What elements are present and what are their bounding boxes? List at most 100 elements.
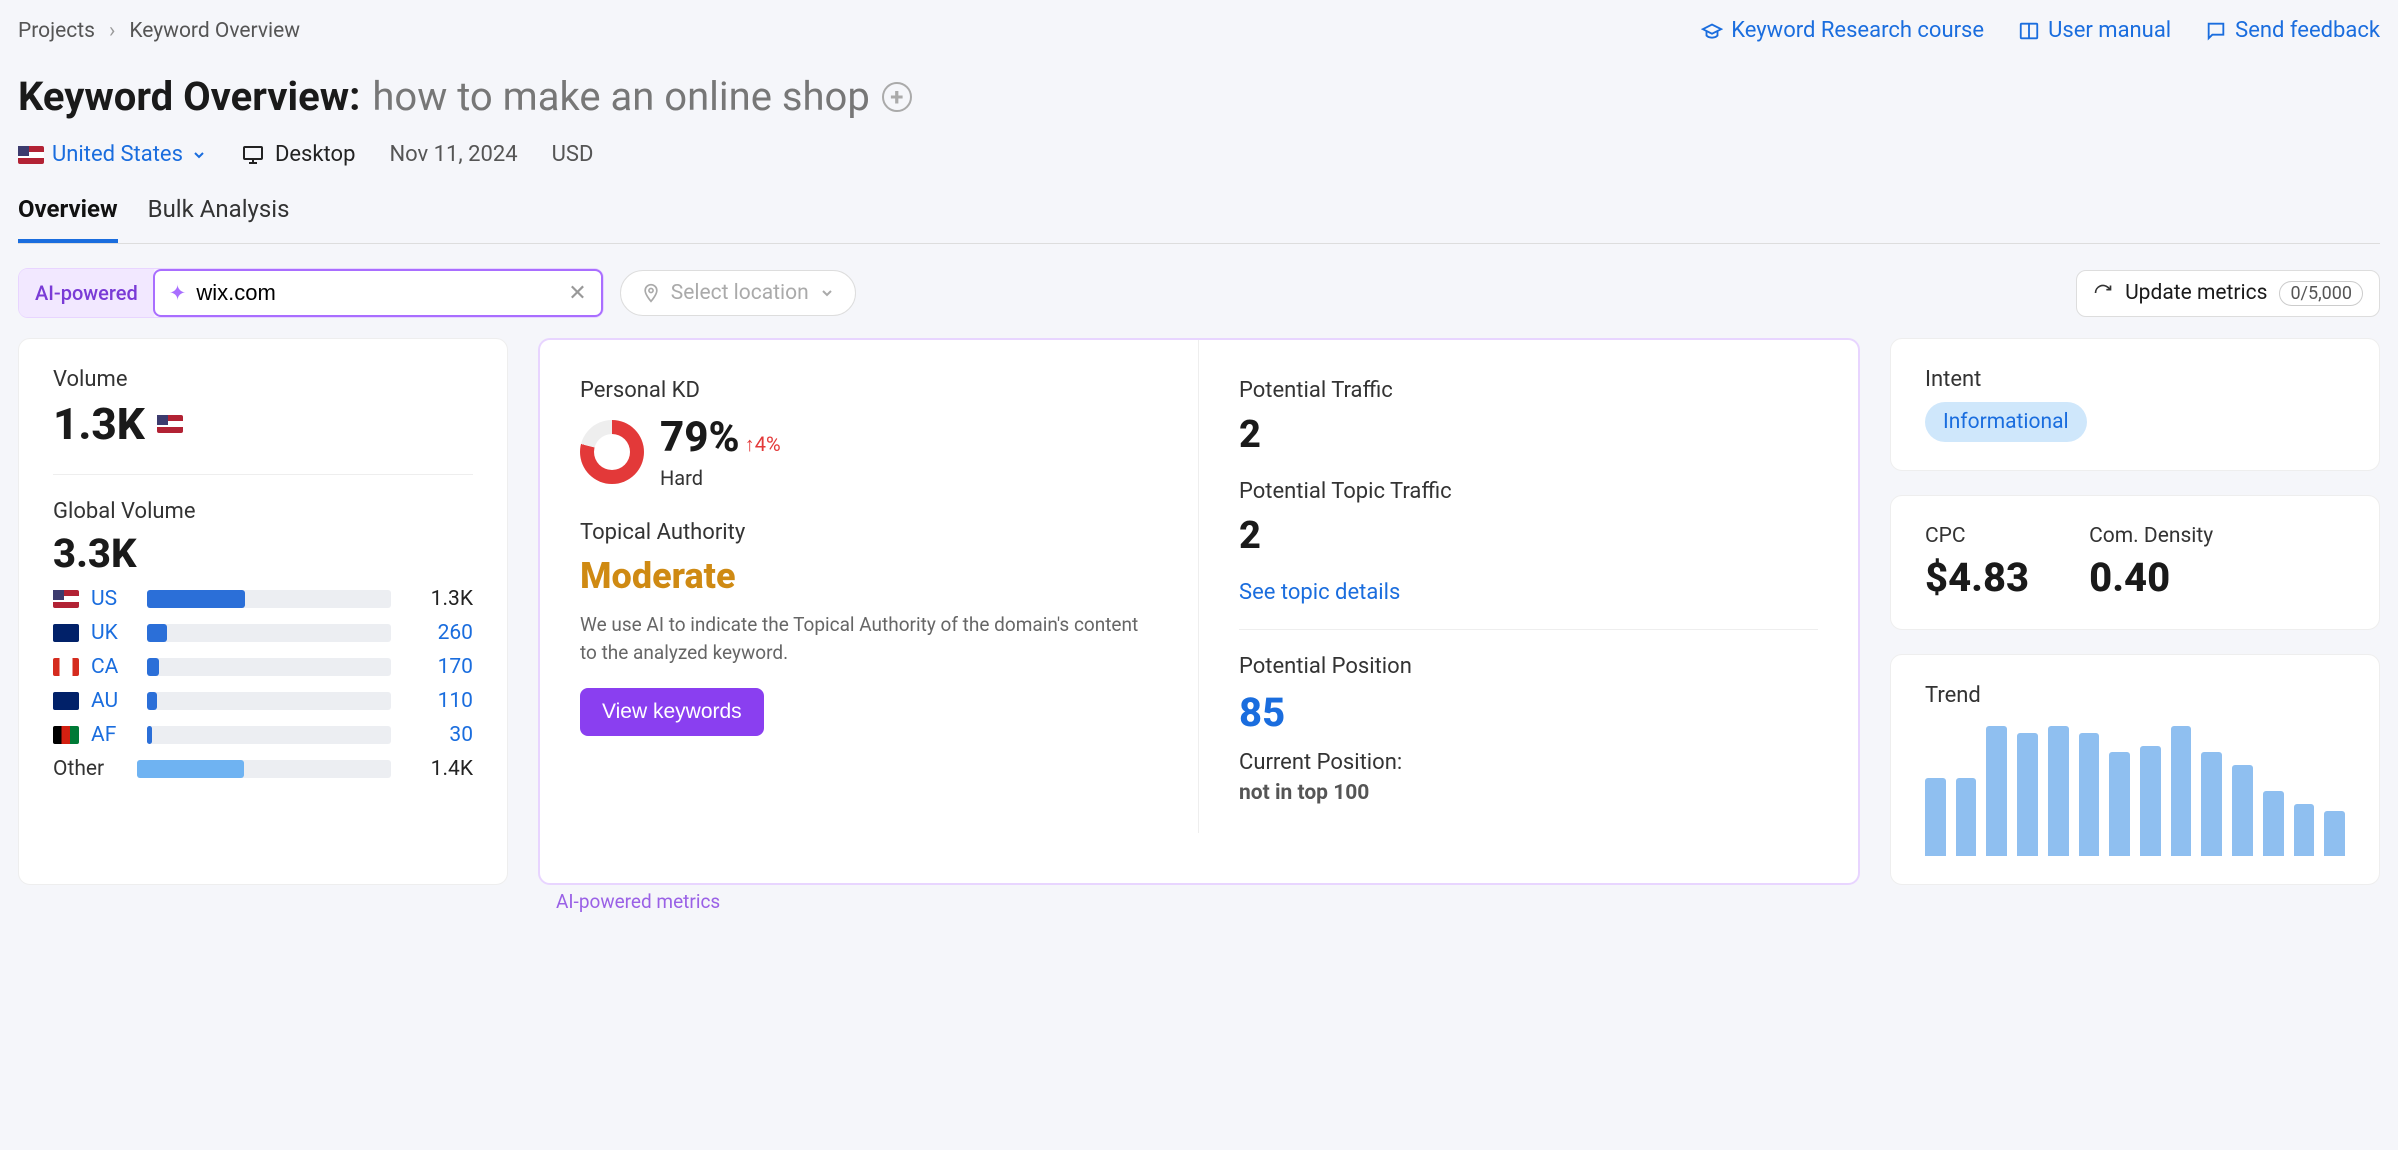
global-volume-label: Global Volume	[53, 499, 473, 524]
intent-badge: Informational	[1925, 402, 2087, 442]
potential-traffic-value: 2	[1239, 413, 1818, 457]
topical-authority-label: Topical Authority	[580, 520, 1158, 545]
trend-bar	[2171, 726, 2192, 856]
trend-bar	[2079, 733, 2100, 857]
ai-metrics-card: Personal KD 79% ↑4% Hard Topical Authori…	[538, 338, 1860, 885]
kd-value: 79%	[660, 413, 740, 462]
device-indicator: Desktop	[241, 142, 356, 167]
location-pin-icon	[641, 283, 661, 303]
desktop-icon	[241, 143, 265, 167]
kd-level: Hard	[660, 466, 781, 490]
breadcrumb-current: Keyword Overview	[129, 19, 300, 43]
domain-input-wrapper: ✦ ✕	[153, 269, 603, 317]
page-title: Keyword Overview: how to make an online …	[18, 73, 2380, 120]
flag-icon	[53, 692, 79, 710]
trend-bar	[2294, 804, 2315, 856]
cpc-label: CPC	[1925, 524, 2029, 548]
refresh-icon	[2093, 283, 2113, 303]
currency-indicator: USD	[552, 142, 594, 167]
volume-bar	[147, 590, 391, 608]
com-density-label: Com. Density	[2089, 524, 2213, 548]
volume-card: Volume 1.3K Global Volume 3.3K US1.3KUK2…	[18, 338, 508, 885]
update-counter: 0/5,000	[2279, 281, 2363, 306]
keyword-text: how to make an online shop	[372, 73, 869, 120]
region-selector[interactable]: United States	[18, 142, 207, 167]
domain-input[interactable]	[196, 280, 558, 306]
global-volume-row: US 1.3K	[53, 587, 473, 611]
chat-icon	[2205, 20, 2227, 42]
ai-powered-metrics-label: AI-powered metrics	[556, 890, 720, 913]
sparkle-icon: ✦	[169, 281, 187, 306]
tab-bulk-analysis[interactable]: Bulk Analysis	[148, 195, 290, 243]
potential-traffic-label: Potential Traffic	[1239, 378, 1818, 403]
volume-bar	[137, 760, 391, 778]
ai-powered-badge: AI-powered	[19, 269, 154, 317]
com-density-value: 0.40	[2089, 554, 2213, 601]
trend-label: Trend	[1925, 683, 2345, 708]
volume-value: 1.3K	[53, 398, 473, 450]
country-volume: 30	[403, 723, 473, 747]
topical-authority-description: We use AI to indicate the Topical Author…	[580, 611, 1158, 666]
potential-topic-traffic-value: 2	[1239, 514, 1818, 558]
current-position-value: not in top 100	[1239, 781, 1818, 805]
country-code[interactable]: AU	[91, 689, 135, 713]
global-volume-other-row: Other 1.4K	[53, 757, 473, 781]
flag-icon	[53, 658, 79, 676]
us-flag-icon	[157, 415, 183, 433]
global-volume-row: CA170	[53, 655, 473, 679]
chevron-down-icon	[191, 147, 207, 163]
trend-bar	[2232, 765, 2253, 856]
location-selector[interactable]: Select location	[620, 270, 856, 316]
flag-icon	[53, 624, 79, 642]
trend-bar	[1986, 726, 2007, 856]
volume-label: Volume	[53, 367, 473, 392]
view-keywords-button[interactable]: View keywords	[580, 688, 764, 736]
book-icon	[2018, 20, 2040, 42]
intent-label: Intent	[1925, 367, 2345, 392]
trend-card: Trend	[1890, 654, 2380, 885]
volume-bar	[147, 692, 391, 710]
flag-icon	[53, 590, 79, 608]
trend-bar	[2201, 752, 2222, 856]
trend-bar	[2017, 733, 2038, 857]
global-volume-row: AU 110	[53, 689, 473, 713]
breadcrumb-projects[interactable]: Projects	[18, 19, 95, 43]
potential-topic-traffic-label: Potential Topic Traffic	[1239, 479, 1818, 504]
trend-bar	[2324, 811, 2345, 857]
kd-delta: ↑4%	[745, 432, 781, 456]
volume-bar	[147, 726, 391, 744]
trend-bar	[2263, 791, 2284, 856]
tabs: Overview Bulk Analysis	[18, 195, 2380, 244]
topical-authority-value: Moderate	[580, 555, 1158, 597]
potential-position-label: Potential Position	[1239, 654, 1818, 679]
country-code[interactable]: US	[91, 587, 135, 611]
date-indicator: Nov 11, 2024	[389, 142, 517, 167]
other-label: Other	[53, 757, 125, 781]
global-volume-row: UK260	[53, 621, 473, 645]
add-keyword-button[interactable]: +	[882, 82, 912, 112]
clear-input-button[interactable]: ✕	[568, 281, 586, 306]
potential-position-value: 85	[1239, 689, 1818, 736]
user-manual-link[interactable]: User manual	[2018, 18, 2171, 43]
intent-card: Intent Informational	[1890, 338, 2380, 471]
kd-donut-chart	[580, 420, 644, 484]
keyword-course-link[interactable]: Keyword Research course	[1701, 18, 1984, 43]
chevron-down-icon	[819, 285, 835, 301]
volume-bar	[147, 658, 391, 676]
trend-bar	[1925, 778, 1946, 856]
cpc-card: CPC $4.83 Com. Density 0.40	[1890, 495, 2380, 630]
see-topic-details-link[interactable]: See topic details	[1239, 580, 1400, 605]
country-volume: 1.3K	[403, 587, 473, 611]
current-position-label: Current Position:	[1239, 750, 1818, 775]
country-code[interactable]: CA	[91, 655, 135, 679]
tab-overview[interactable]: Overview	[18, 195, 118, 243]
other-volume: 1.4K	[403, 757, 473, 781]
trend-bar	[2048, 726, 2069, 856]
country-volume: 110	[403, 689, 473, 713]
update-metrics-button[interactable]: Update metrics 0/5,000	[2076, 270, 2380, 317]
trend-bar	[2109, 752, 2130, 856]
us-flag-icon	[18, 146, 44, 164]
country-code[interactable]: UK	[91, 621, 135, 645]
country-code[interactable]: AF	[91, 723, 135, 747]
send-feedback-link[interactable]: Send feedback	[2205, 18, 2380, 43]
